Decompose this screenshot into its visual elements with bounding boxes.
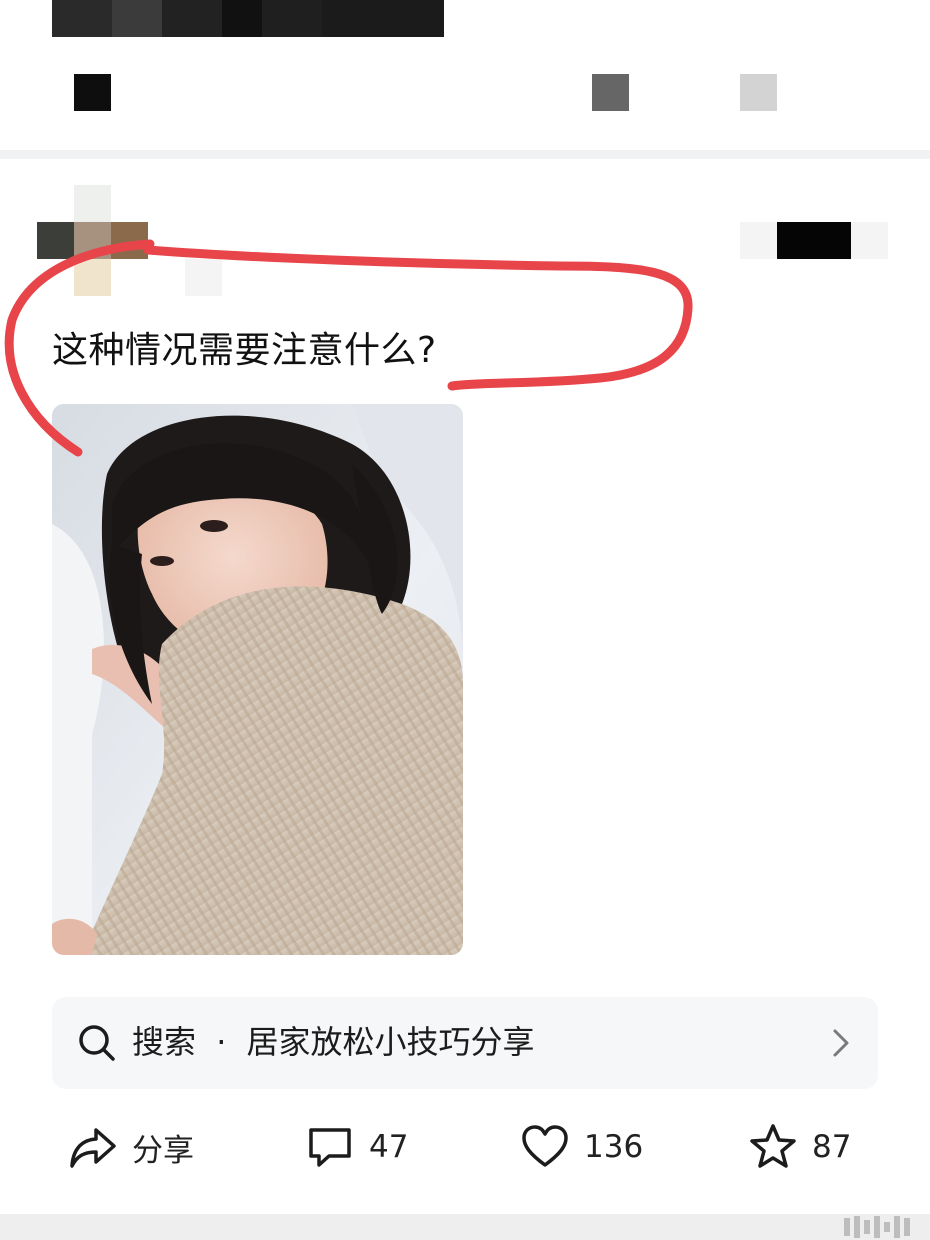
share-button[interactable]: 分享 — [68, 1118, 194, 1176]
post-title: 这种情况需要注意什么? — [52, 330, 437, 371]
comment-icon — [309, 1128, 351, 1167]
search-icon — [79, 1025, 115, 1061]
post-photo[interactable] — [52, 404, 463, 955]
like-button[interactable]: 136 — [520, 1118, 643, 1176]
share-icon — [70, 1128, 116, 1168]
search-separator: · — [216, 1023, 227, 1061]
favorite-count: 87 — [812, 1129, 852, 1165]
comment-button[interactable]: 47 — [305, 1118, 408, 1176]
watermark-marks — [844, 1214, 910, 1240]
share-label: 分享 — [132, 1132, 194, 1169]
chevron-right-icon — [833, 1029, 849, 1057]
favorite-button[interactable]: 87 — [748, 1118, 851, 1176]
author-avatar[interactable] — [37, 185, 222, 296]
search-suggestion-text: 搜索 · 居家放松小技巧分享 — [132, 1019, 535, 1065]
heart-icon — [522, 1125, 568, 1167]
search-query: 居家放松小技巧分享 — [246, 1023, 535, 1061]
search-label: 搜索 — [132, 1023, 197, 1061]
section-divider — [0, 150, 930, 159]
redacted-icon-right — [740, 74, 777, 111]
like-count: 136 — [584, 1129, 644, 1165]
star-icon — [750, 1124, 796, 1168]
redacted-icon-middle — [592, 74, 629, 111]
bottom-divider — [0, 1214, 930, 1240]
redacted-follow-button[interactable] — [777, 222, 851, 259]
related-search-bar[interactable]: 搜索 · 居家放松小技巧分享 — [52, 997, 878, 1089]
redacted-icon-left — [74, 74, 111, 111]
comment-count: 47 — [369, 1129, 409, 1165]
redacted-header-banner — [52, 0, 444, 37]
